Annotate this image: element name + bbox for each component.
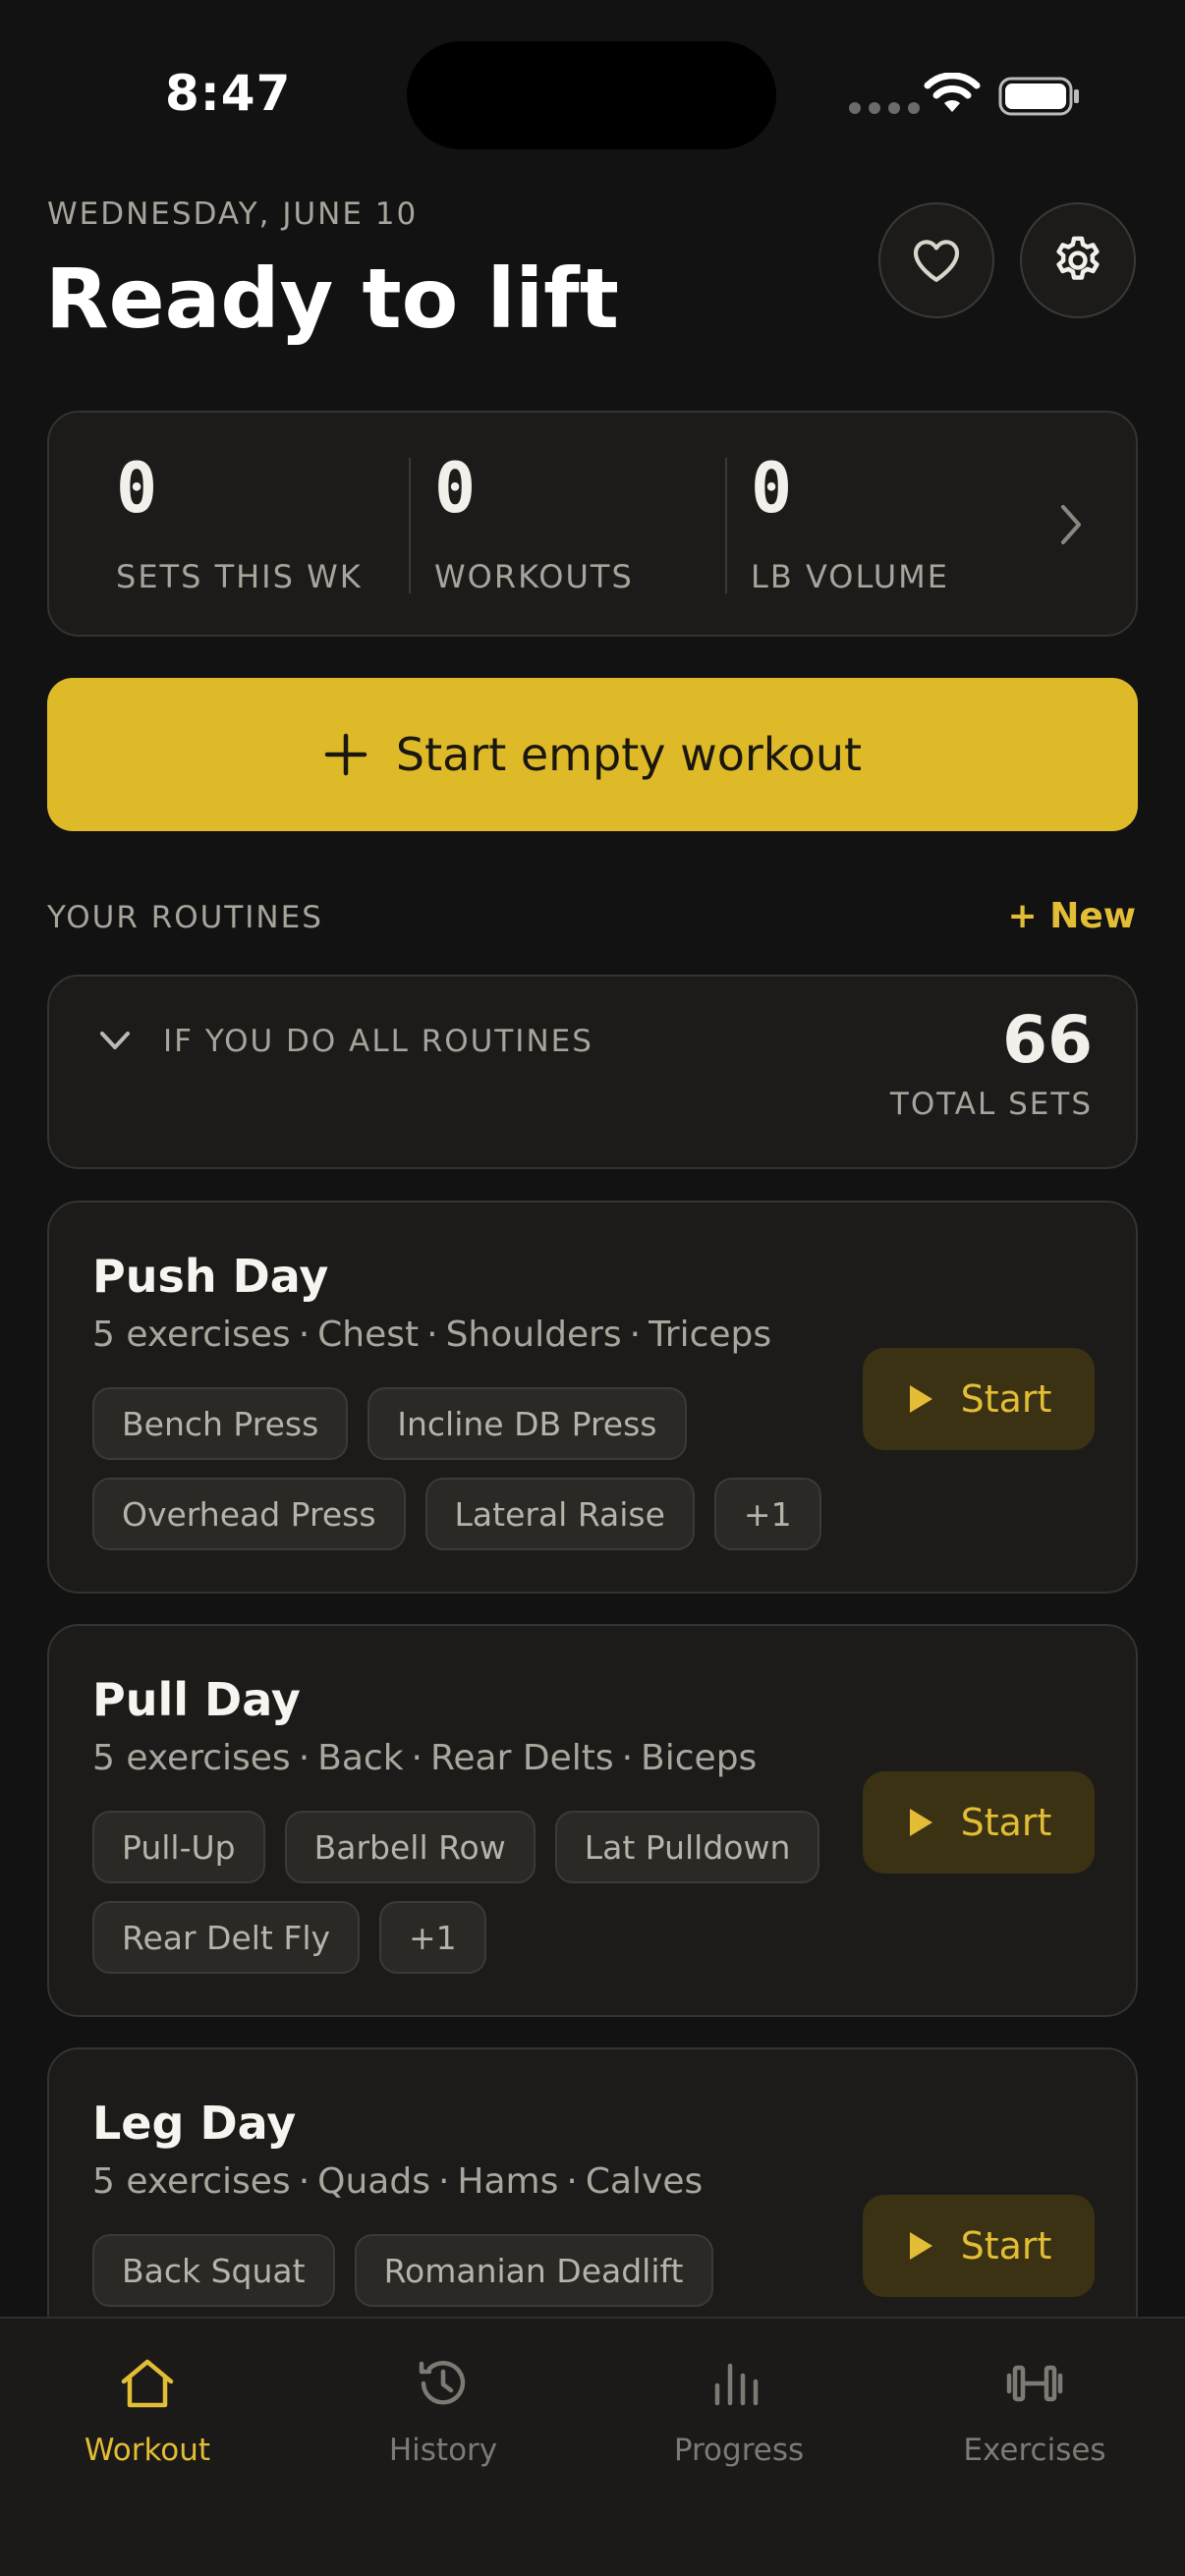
stat-label: WORKOUTS: [434, 558, 634, 595]
more-exercises-chip: +1: [379, 1901, 486, 1974]
tab-bar: Workout History Progress Exercises: [0, 2317, 1185, 2576]
routine-name: Push Day: [92, 1250, 329, 1303]
routine-card-pull-day[interactable]: Pull Day 5 exercises · Back · Rear Delts…: [47, 1624, 1138, 2017]
bar-chart-icon: [714, 2363, 759, 2406]
summary-label: IF YOU DO ALL ROUTINES: [163, 1024, 593, 1059]
start-routine-label: Start: [960, 2224, 1052, 2268]
chevron-down-icon: [100, 1032, 130, 1049]
page-title: Ready to lift: [45, 251, 619, 347]
play-icon: [909, 1809, 932, 1836]
stat-sets: 0 SETS THIS WK: [116, 454, 363, 595]
exercise-count: 5 exercises: [92, 1315, 291, 1355]
exercise-chip: Overhead Press: [92, 1478, 406, 1550]
exercise-chip-row: Bench Press Incline DB Press: [92, 1387, 687, 1460]
routine-name: Pull Day: [92, 1673, 301, 1726]
start-routine-button[interactable]: Start: [863, 2195, 1095, 2297]
routine-card-push-day[interactable]: Push Day 5 exercises · Chest · Shoulders…: [47, 1201, 1138, 1594]
weekly-stats-card[interactable]: 0 SETS THIS WK 0 WORKOUTS 0 LB VOLUME: [47, 411, 1138, 637]
start-empty-workout-label: Start empty workout: [395, 728, 863, 781]
muscle-group: Calves: [585, 2161, 704, 2202]
exercise-chip: Bench Press: [92, 1387, 349, 1460]
muscle-group: Shoulders: [445, 1315, 622, 1355]
date-label: WEDNESDAY, JUNE 10: [47, 196, 419, 232]
muscle-group: Back: [317, 1738, 404, 1778]
exercise-chip: Pull-Up: [92, 1811, 265, 1883]
more-exercises-chip: +1: [713, 1478, 821, 1550]
all-routines-summary-card[interactable]: IF YOU DO ALL ROUTINES 66 TOTAL SETS: [47, 975, 1138, 1169]
routine-name: Leg Day: [92, 2097, 297, 2150]
gear-icon: [1056, 236, 1100, 280]
routine-meta: 5 exercises · Back · Rear Delts · Biceps: [92, 1738, 758, 1778]
stat-label: LB VOLUME: [751, 558, 949, 595]
stat-divider: [409, 458, 411, 593]
status-bar: 8:47: [0, 0, 1185, 196]
battery-icon: [998, 77, 1079, 116]
settings-button[interactable]: [1020, 202, 1136, 318]
exercise-chip-row: Pull-Up Barbell Row Lat Pulldown: [92, 1811, 820, 1883]
favorites-button[interactable]: [878, 202, 994, 318]
muscle-group: Biceps: [641, 1738, 758, 1778]
home-icon: [121, 2359, 174, 2408]
stat-value: 0: [434, 448, 477, 529]
routine-meta: 5 exercises · Chest · Shoulders · Tricep…: [92, 1315, 772, 1355]
play-icon: [909, 1385, 932, 1413]
tab-progress[interactable]: Progress: [621, 2352, 857, 2468]
wifi-icon: [924, 73, 981, 112]
exercise-chip: Lateral Raise: [424, 1478, 695, 1550]
stat-workouts: 0 WORKOUTS: [434, 454, 634, 595]
start-routine-label: Start: [960, 1377, 1052, 1421]
tab-label: History: [388, 2433, 498, 2468]
muscle-group: Chest: [317, 1315, 420, 1355]
dynamic-island: [407, 41, 776, 149]
start-routine-label: Start: [960, 1801, 1052, 1844]
exercise-chip: Barbell Row: [284, 1811, 536, 1883]
routine-meta: 5 exercises · Quads · Hams · Calves: [92, 2161, 704, 2202]
exercise-chip: Romanian Deadlift: [354, 2234, 713, 2307]
muscle-group: Quads: [317, 2161, 430, 2202]
exercise-chip-row: Overhead Press Lateral Raise +1: [92, 1478, 821, 1550]
total-sets-value: 66: [1002, 1002, 1093, 1078]
start-routine-button[interactable]: Start: [863, 1348, 1095, 1450]
stat-divider: [725, 458, 727, 593]
exercise-chip-row: Rear Delt Fly +1: [92, 1901, 486, 1974]
exercise-count: 5 exercises: [92, 2161, 291, 2202]
exercise-chip: Rear Delt Fly: [92, 1901, 361, 1974]
plus-icon: [324, 733, 367, 776]
new-routine-button[interactable]: + New: [1008, 896, 1137, 936]
start-routine-button[interactable]: Start: [863, 1771, 1095, 1874]
muscle-group: Hams: [457, 2161, 559, 2202]
exercise-count: 5 exercises: [92, 1738, 291, 1778]
status-time: 8:47: [165, 65, 292, 122]
stat-volume: 0 LB VOLUME: [751, 454, 949, 595]
routines-section-label: YOUR ROUTINES: [47, 900, 323, 935]
stat-value: 0: [116, 448, 158, 529]
chevron-right-icon: [1061, 505, 1081, 544]
tab-workout[interactable]: Workout: [29, 2352, 265, 2468]
tab-history[interactable]: History: [325, 2352, 561, 2468]
stat-value: 0: [751, 448, 793, 529]
total-sets-label: TOTAL SETS: [889, 1087, 1093, 1122]
exercise-chip: Incline DB Press: [367, 1387, 687, 1460]
history-icon: [419, 2361, 466, 2405]
muscle-group: Triceps: [649, 1315, 772, 1355]
tab-label: Progress: [673, 2433, 805, 2468]
stat-label: SETS THIS WK: [116, 558, 363, 595]
exercise-chip-row: Back Squat Romanian Deadlift: [92, 2234, 713, 2307]
tab-exercises[interactable]: Exercises: [917, 2352, 1153, 2468]
play-icon: [909, 2232, 932, 2260]
start-empty-workout-button[interactable]: Start empty workout: [47, 678, 1138, 831]
tab-label: Exercises: [963, 2433, 1106, 2468]
muscle-group: Rear Delts: [430, 1738, 614, 1778]
dumbbell-icon: [1006, 2365, 1063, 2402]
tab-label: Workout: [84, 2433, 211, 2468]
cellular-signal-icon: [849, 102, 920, 114]
heart-icon: [913, 240, 960, 282]
exercise-chip: Lat Pulldown: [554, 1811, 820, 1883]
exercise-chip: Back Squat: [92, 2234, 335, 2307]
